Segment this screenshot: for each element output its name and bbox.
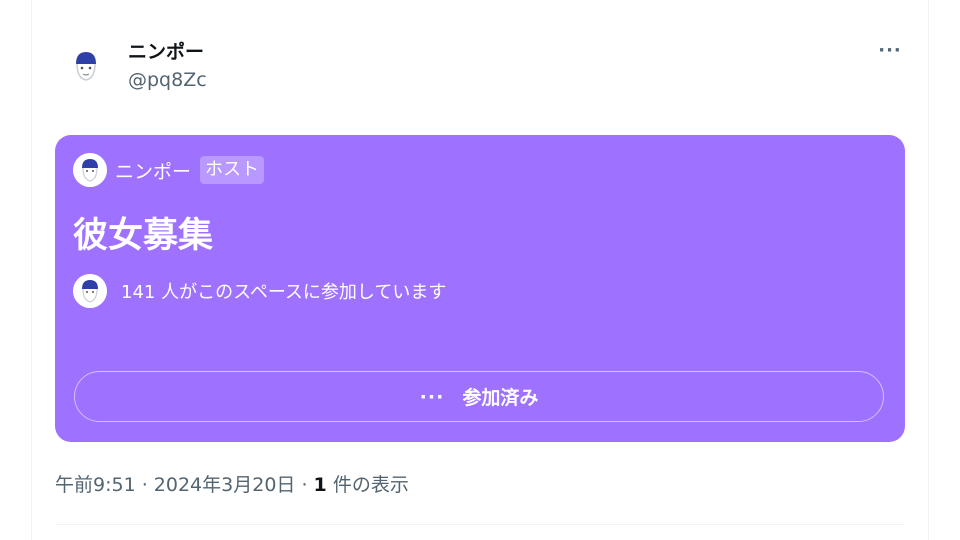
ellipsis-icon: ··· [419,385,445,408]
space-listener-count: 141 人がこのスペースに参加しています [121,282,447,303]
meta-separator: · [135,474,154,496]
listener-avatar [73,274,107,308]
author-display-name[interactable]: ニンポー [128,37,204,64]
listener-avatar-face-icon [73,274,107,308]
host-avatar-face-icon [73,153,107,187]
post-meta: 午前9:51 · 2024年3月20日 · 1 件の表示 [55,470,409,497]
views-label: 件の表示 [326,474,409,496]
joined-button-label: 参加済み [462,387,539,409]
space-listeners-row: 141 人がこのスペースに参加しています [73,273,446,309]
host-avatar [73,153,107,187]
column-border-left [31,0,32,540]
space-host-row: ニンポー ホスト [73,152,265,188]
more-icon: ··· [878,39,902,61]
host-badge: ホスト [200,156,265,184]
views-count: 1 [313,474,327,496]
column-border-right [928,0,929,540]
meta-separator: · [295,474,314,496]
post-time[interactable]: 午前9:51 [55,474,136,496]
more-options-button[interactable]: ··· [870,36,910,64]
author-handle[interactable]: @pq8Zc [128,69,207,91]
post-divider [55,524,905,525]
avatar-face-icon [64,44,108,88]
post-date[interactable]: 2024年3月20日 [154,474,296,496]
joined-button[interactable]: ··· 参加済み [74,371,884,422]
author-avatar[interactable] [64,44,108,88]
space-title: 彼女募集 [73,216,214,256]
space-card[interactable]: ニンポー ホスト 彼女募集 141 人がこのスペースに参加しています ··· 参… [55,135,905,442]
post-page: ニンポー @pq8Zc ··· ニンポー ホスト 彼女募集 141 人がこのスペ… [0,0,960,540]
space-host-name: ニンポー [115,160,192,183]
